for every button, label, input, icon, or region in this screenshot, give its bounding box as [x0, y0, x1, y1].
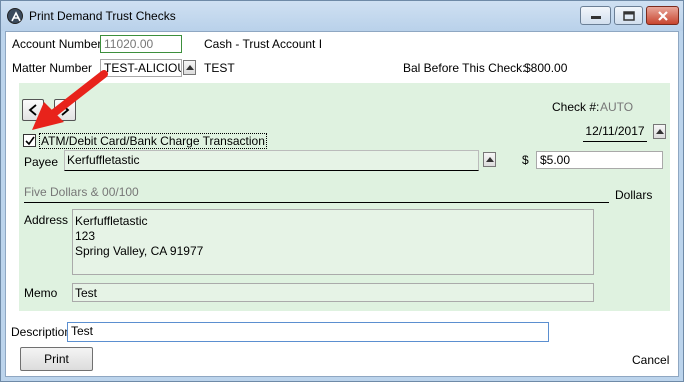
memo-label: Memo: [24, 286, 58, 300]
cancel-button[interactable]: Cancel: [632, 353, 669, 367]
payee-field[interactable]: Kerfuffletastic: [64, 150, 479, 171]
check-number-label: Check #:: [552, 100, 600, 114]
matter-lookup-button[interactable]: [183, 60, 196, 75]
app-logo-icon: [7, 8, 23, 24]
check-number-value: AUTO: [600, 100, 634, 114]
address-field[interactable]: Kerfuffletastic 123 Spring Valley, CA 91…: [72, 209, 594, 275]
payee-lookup-button[interactable]: [483, 152, 496, 167]
address-line: 123: [75, 229, 96, 243]
address-label: Address: [24, 213, 69, 227]
minimize-button[interactable]: [580, 6, 611, 25]
dialog-window: Print Demand Trust Checks Account Number…: [0, 0, 684, 382]
description-label: Description: [11, 325, 72, 339]
maximize-button[interactable]: [614, 6, 643, 25]
amount-in-words: Five Dollars & 00/100: [24, 184, 609, 203]
check-panel: Check #: AUTO ATM/Debit Card/Bank Charge…: [19, 83, 670, 311]
date-picker-button[interactable]: [653, 124, 666, 139]
memo-field[interactable]: Test: [72, 283, 594, 302]
address-line: Kerfuffletastic: [75, 214, 148, 228]
amount-field[interactable]: $5.00: [536, 151, 663, 169]
dollars-label: Dollars: [615, 188, 653, 202]
description-field[interactable]: Test: [67, 322, 549, 342]
annotation-arrow-icon: [32, 70, 108, 130]
dollar-sign-label: $: [522, 153, 529, 167]
address-line: Spring Valley, CA 91977: [75, 244, 204, 258]
account-number-field[interactable]: 11020.00: [100, 35, 182, 53]
close-button[interactable]: [646, 6, 679, 25]
payee-label: Payee: [24, 155, 59, 169]
balance-label: Bal Before This Check:: [403, 61, 526, 75]
dialog-body: Account Number 11020.00 Cash - Trust Acc…: [5, 31, 679, 377]
account-name: Cash - Trust Account I: [204, 37, 323, 51]
check-date-field[interactable]: 12/11/2017: [583, 123, 647, 142]
account-number-label: Account Number: [12, 37, 102, 51]
window-title: Print Demand Trust Checks: [29, 9, 176, 23]
title-bar: Print Demand Trust Checks: [1, 1, 683, 31]
print-button[interactable]: Print: [20, 347, 93, 371]
balance-value: $800.00: [524, 61, 568, 75]
matter-name: TEST: [204, 61, 235, 75]
